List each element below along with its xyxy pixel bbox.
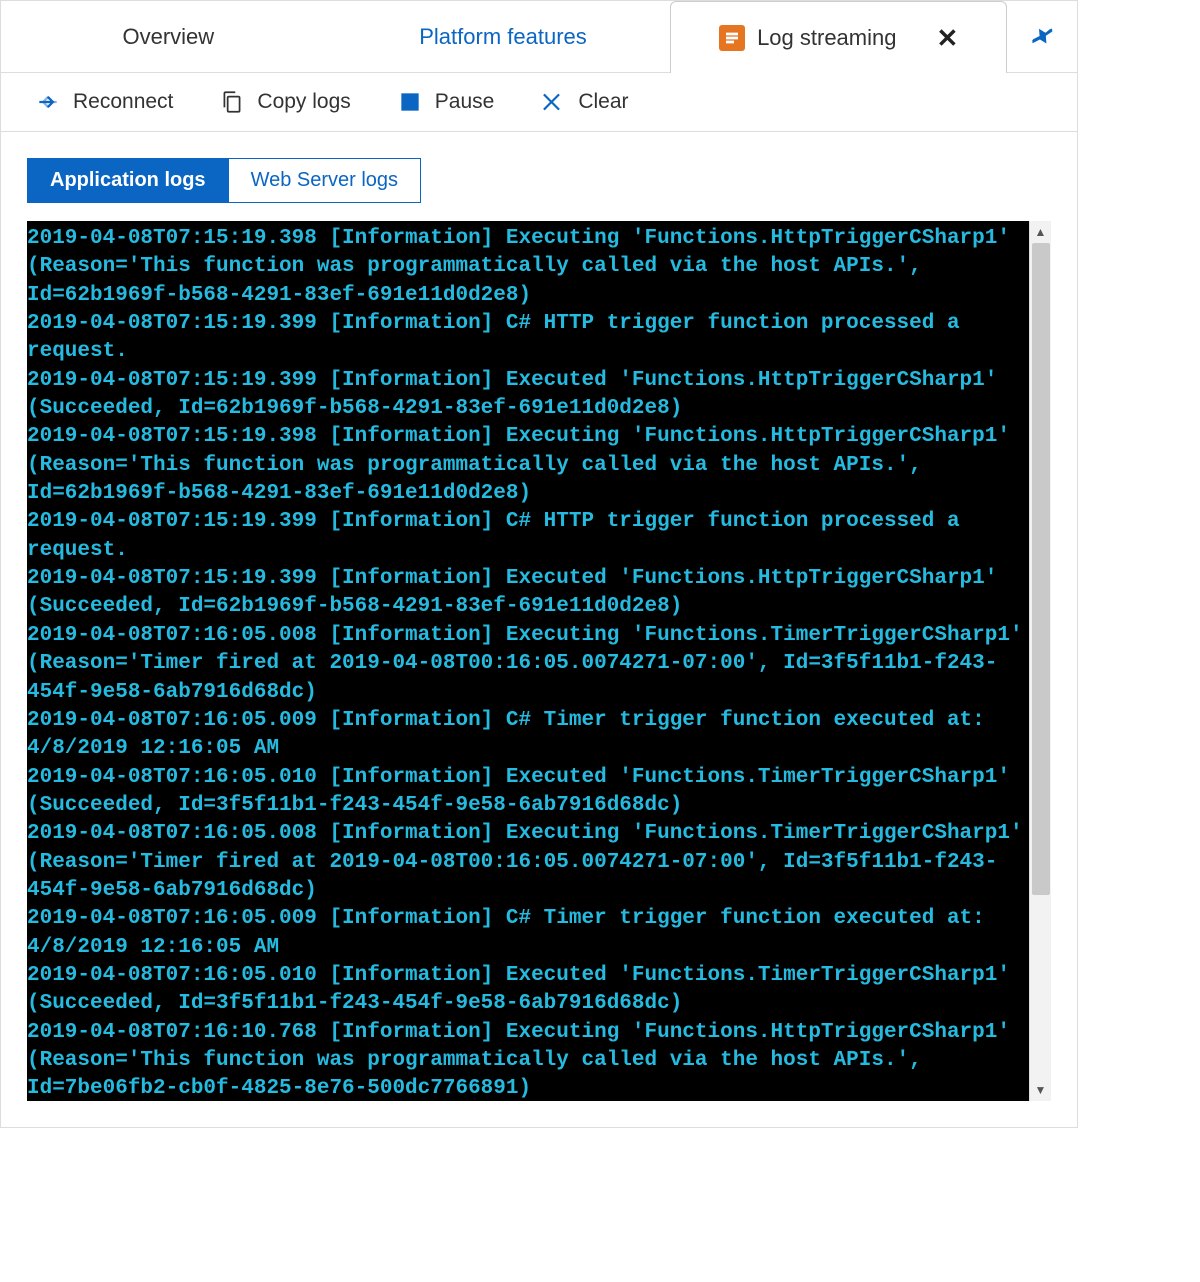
scroll-thumb[interactable] xyxy=(1032,243,1050,895)
close-tab-button[interactable]: ✕ xyxy=(936,25,958,51)
pin-button[interactable] xyxy=(1007,1,1077,72)
toolbar: Reconnect Copy logs Pause Clear xyxy=(1,73,1077,132)
tab-application-logs[interactable]: Application logs xyxy=(27,158,229,203)
scroll-track[interactable] xyxy=(1030,243,1051,1079)
clear-button[interactable]: Clear xyxy=(540,89,628,115)
tab-web-server-logs[interactable]: Web Server logs xyxy=(229,158,421,203)
reconnect-label: Reconnect xyxy=(73,90,173,114)
tab-platform-label: Platform features xyxy=(419,24,587,50)
reconnect-button[interactable]: Reconnect xyxy=(35,89,173,115)
scroll-down-arrow[interactable]: ▼ xyxy=(1030,1079,1051,1101)
pause-button[interactable]: Pause xyxy=(397,89,495,115)
top-tab-bar: Overview Platform features Log streaming… xyxy=(1,1,1077,73)
tab-web-server-logs-label: Web Server logs xyxy=(251,169,398,191)
log-type-tabs: Application logs Web Server logs xyxy=(27,158,1051,203)
tab-overview-label: Overview xyxy=(122,24,214,50)
log-streaming-icon xyxy=(719,25,745,51)
log-console[interactable]: 2019-04-08T07:15:19.398 [Information] Ex… xyxy=(27,221,1029,1101)
copy-logs-button[interactable]: Copy logs xyxy=(219,89,350,115)
clear-label: Clear xyxy=(578,90,628,114)
pause-label: Pause xyxy=(435,90,495,114)
tab-overview[interactable]: Overview xyxy=(1,1,336,72)
copy-icon xyxy=(219,89,245,115)
tab-logstream-label: Log streaming xyxy=(757,25,896,51)
scroll-up-arrow[interactable]: ▲ xyxy=(1030,221,1051,243)
console-scrollbar[interactable]: ▲ ▼ xyxy=(1029,221,1051,1101)
tab-application-logs-label: Application logs xyxy=(50,169,206,191)
tab-log-streaming[interactable]: Log streaming ✕ xyxy=(670,1,1007,73)
clear-icon xyxy=(540,89,566,115)
copy-label: Copy logs xyxy=(257,90,350,114)
pause-icon xyxy=(397,89,423,115)
pin-icon xyxy=(1024,18,1061,55)
reconnect-icon xyxy=(35,89,61,115)
tab-platform-features[interactable]: Platform features xyxy=(336,1,671,72)
